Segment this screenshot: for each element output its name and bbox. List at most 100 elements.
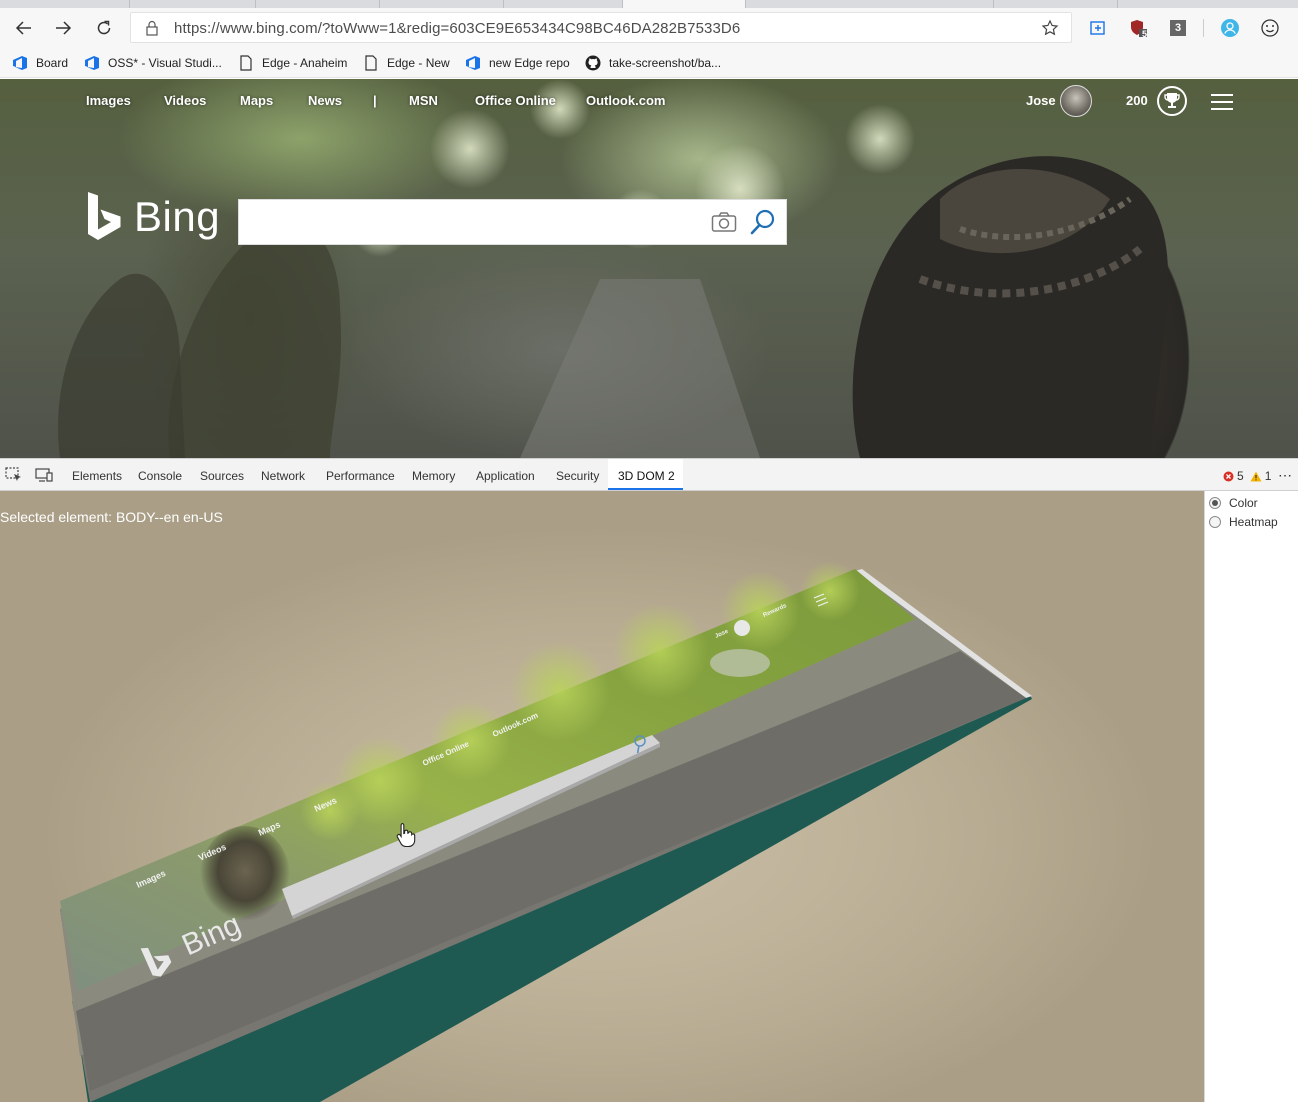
page-icon bbox=[363, 55, 379, 71]
tab-strip bbox=[0, 0, 1298, 8]
inspect-element-icon[interactable] bbox=[5, 467, 23, 483]
color-radio-label: Color bbox=[1229, 496, 1258, 510]
issues-counter[interactable]: 5 1 bbox=[1223, 469, 1271, 483]
avatar[interactable] bbox=[1060, 85, 1092, 117]
page-icon bbox=[238, 55, 254, 71]
user-name[interactable]: Jose bbox=[1026, 93, 1056, 108]
browser-tab[interactable] bbox=[380, 0, 504, 8]
browser-tab[interactable] bbox=[130, 0, 256, 8]
hamburger-menu-icon[interactable] bbox=[1211, 94, 1233, 110]
heatmap-radio-label: Heatmap bbox=[1229, 515, 1278, 529]
tab-3d-dom-2[interactable]: 3D DOM 2 bbox=[618, 469, 675, 483]
tab-performance[interactable]: Performance bbox=[326, 469, 395, 483]
rewards-trophy-icon[interactable] bbox=[1157, 86, 1187, 116]
forward-button[interactable] bbox=[47, 12, 79, 44]
devtools-tab-bar: Elements Console Sources Network Perform… bbox=[0, 458, 1298, 491]
bing-logo[interactable]: Bing bbox=[86, 192, 220, 242]
nav-separator: | bbox=[373, 93, 377, 108]
3d-dom-scene[interactable]: Images Videos Maps News Office Online Ou… bbox=[0, 491, 1204, 1102]
bing-b-icon bbox=[88, 192, 121, 240]
collections-button[interactable] bbox=[1082, 12, 1114, 44]
refresh-icon bbox=[97, 20, 111, 35]
nav-maps[interactable]: Maps bbox=[240, 93, 273, 108]
profile-button[interactable] bbox=[1214, 12, 1246, 44]
bookmark-label: Board bbox=[36, 56, 69, 70]
error-count: 5 bbox=[1237, 469, 1244, 483]
profile-avatar-icon bbox=[1221, 19, 1239, 37]
extension-shield-button[interactable]: 5 bbox=[1122, 12, 1154, 44]
tab-elements[interactable]: Elements bbox=[72, 469, 122, 483]
address-bar[interactable]: https://www.bing.com/?toWww=1&redig=603C… bbox=[130, 12, 1072, 43]
toolbar-divider bbox=[1203, 19, 1204, 37]
arrow-left-icon bbox=[15, 21, 31, 35]
nav-msn[interactable]: MSN bbox=[409, 93, 438, 108]
layer-avatar bbox=[734, 620, 750, 636]
browser-toolbar: https://www.bing.com/?toWww=1&redig=603C… bbox=[0, 8, 1298, 48]
hero-background-image bbox=[58, 79, 1169, 458]
rewards-points[interactable]: 200 bbox=[1126, 93, 1148, 108]
tab-network[interactable]: Network bbox=[261, 469, 305, 483]
browser-tab-active[interactable] bbox=[622, 0, 746, 8]
refresh-button[interactable] bbox=[88, 12, 120, 44]
github-icon bbox=[585, 55, 601, 71]
url-text[interactable]: https://www.bing.com/?toWww=1&redig=603C… bbox=[174, 20, 740, 37]
azure-devops-icon bbox=[12, 55, 28, 71]
nav-office-online[interactable]: Office Online bbox=[475, 93, 556, 108]
nav-images[interactable]: Images bbox=[86, 93, 131, 108]
arrow-right-icon bbox=[56, 21, 72, 35]
nav-videos[interactable]: Videos bbox=[164, 93, 206, 108]
browser-tab[interactable] bbox=[870, 0, 994, 8]
favorite-star-icon[interactable] bbox=[1041, 19, 1059, 37]
tab-security[interactable]: Security bbox=[556, 469, 599, 483]
smiley-icon bbox=[1261, 19, 1279, 37]
bing-wordmark: Bing bbox=[134, 193, 221, 240]
counter-badge: 3 bbox=[1170, 20, 1186, 36]
browser-tab[interactable] bbox=[994, 0, 1118, 8]
feedback-button[interactable] bbox=[1254, 12, 1286, 44]
extension-counter-button[interactable]: 3 bbox=[1162, 12, 1194, 44]
tab-console[interactable]: Console bbox=[138, 469, 182, 483]
bookmark-label: Edge - New bbox=[387, 56, 450, 70]
azure-devops-icon bbox=[84, 55, 100, 71]
device-emulation-icon[interactable] bbox=[35, 467, 53, 483]
bookmark-oss-visual-studio[interactable]: OSS* - Visual Studi... bbox=[84, 53, 222, 73]
bing-homepage: Images Videos Maps News | MSN Office Onl… bbox=[0, 79, 1298, 458]
3d-dom-viewport[interactable]: Images Videos Maps News Office Online Ou… bbox=[0, 491, 1204, 1102]
collections-icon bbox=[1090, 21, 1105, 35]
tab-sources[interactable]: Sources bbox=[200, 469, 244, 483]
bookmark-new-edge-repo[interactable]: new Edge repo bbox=[465, 53, 570, 73]
azure-devops-icon bbox=[465, 55, 481, 71]
search-input[interactable] bbox=[238, 199, 787, 245]
tab-memory[interactable]: Memory bbox=[412, 469, 455, 483]
back-button[interactable] bbox=[8, 12, 40, 44]
nav-news[interactable]: News bbox=[308, 93, 342, 108]
error-icon bbox=[1223, 471, 1234, 481]
search-icon[interactable] bbox=[749, 208, 777, 236]
bing-top-nav: Images Videos Maps News | MSN Office Onl… bbox=[0, 79, 1298, 123]
bookmark-label: take-screenshot/ba... bbox=[609, 56, 722, 70]
bookmark-take-screenshot[interactable]: take-screenshot/ba... bbox=[585, 53, 721, 73]
active-tab-indicator bbox=[608, 488, 683, 490]
favorites-bar: Board OSS* - Visual Studi... Edge - Anah… bbox=[0, 48, 1298, 78]
view-mode-heatmap[interactable]: Heatmap bbox=[1209, 515, 1278, 529]
bookmark-edge-new[interactable]: Edge - New bbox=[363, 53, 450, 73]
bookmark-label: OSS* - Visual Studi... bbox=[108, 56, 222, 70]
3d-view-options-panel: Color Heatmap bbox=[1204, 491, 1298, 1102]
nav-outlook[interactable]: Outlook.com bbox=[586, 93, 665, 108]
view-mode-color[interactable]: Color bbox=[1209, 496, 1258, 510]
selected-element-label: Selected element: BODY--en en-US bbox=[0, 509, 223, 525]
camera-icon[interactable] bbox=[711, 211, 737, 233]
heatmap-radio[interactable] bbox=[1209, 516, 1221, 528]
browser-tab[interactable] bbox=[0, 0, 130, 8]
bookmark-label: new Edge repo bbox=[489, 56, 570, 70]
shield-badge: 5 bbox=[1142, 29, 1148, 39]
hand-cursor-icon bbox=[396, 822, 416, 848]
more-options-icon[interactable]: ⋯ bbox=[1278, 467, 1293, 484]
bookmark-edge-anaheim[interactable]: Edge - Anaheim bbox=[238, 53, 347, 73]
lock-icon[interactable] bbox=[145, 20, 159, 36]
tab-application[interactable]: Application bbox=[476, 469, 535, 483]
browser-tab[interactable] bbox=[256, 0, 380, 8]
color-radio[interactable] bbox=[1209, 497, 1221, 509]
warning-icon bbox=[1250, 471, 1262, 481]
bookmark-board[interactable]: Board bbox=[12, 53, 68, 73]
